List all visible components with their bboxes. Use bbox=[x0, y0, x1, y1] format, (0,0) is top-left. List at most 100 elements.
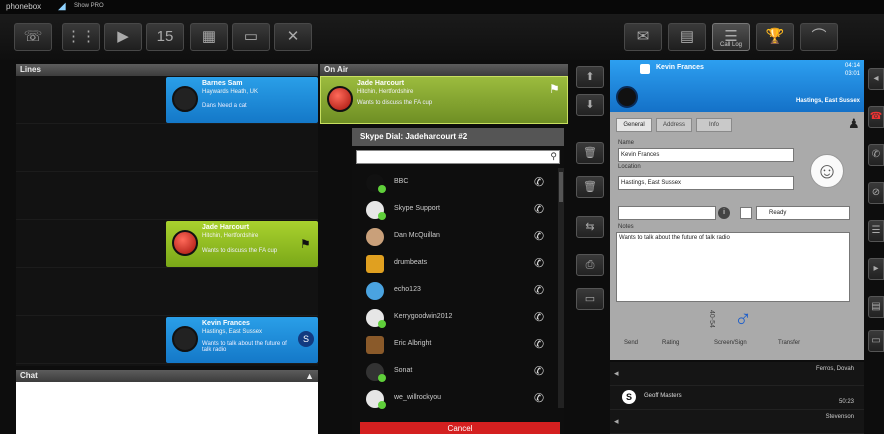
contact-item[interactable]: Dan McQuillan ✆ bbox=[352, 224, 558, 250]
document-button[interactable]: ▤ bbox=[868, 296, 884, 318]
caller-card[interactable]: Kevin Frances Hastings, East Sussex Want… bbox=[166, 317, 318, 363]
contact-item[interactable]: Sonat ✆ bbox=[352, 359, 558, 385]
phone-button[interactable]: ✆ bbox=[868, 144, 884, 166]
call-icon[interactable]: ✆ bbox=[534, 229, 544, 243]
down-button[interactable]: ⬇ bbox=[576, 94, 604, 116]
call-icon[interactable]: ✆ bbox=[534, 391, 544, 405]
contact-search-input[interactable]: ⚲ bbox=[356, 150, 560, 164]
close-button[interactable]: ✕ bbox=[274, 23, 312, 51]
phone-field[interactable] bbox=[618, 206, 716, 220]
counter-icon: 15 bbox=[156, 28, 174, 45]
queue-item[interactable]: S Geoff Masters 50:23 bbox=[610, 386, 864, 410]
caller-card[interactable]: Barnes Sam Haywards Heath, UK Dans Need … bbox=[166, 77, 318, 123]
tab-general[interactable]: General bbox=[616, 118, 652, 132]
forward-button[interactable]: ▸ bbox=[868, 258, 884, 280]
location-field[interactable]: Hastings, East Sussex bbox=[618, 176, 794, 190]
skype-dial-panel: Skype Dial: Jadeharcourt #2 ⚲ BBC ✆ Skype… bbox=[352, 128, 564, 434]
document-button[interactable]: ▤ bbox=[668, 23, 706, 51]
call-icon[interactable]: ✆ bbox=[534, 337, 544, 351]
contact-item[interactable]: Kerrygoodwin2012 ✆ bbox=[352, 305, 558, 331]
call-icon[interactable]: ✆ bbox=[534, 310, 544, 324]
trophy-button[interactable]: 🏆 bbox=[756, 23, 794, 51]
contacts-scrollbar[interactable] bbox=[558, 168, 564, 408]
send-button[interactable]: Send bbox=[624, 340, 638, 346]
line-slot[interactable]: Barnes Sam Haywards Heath, UK Dans Need … bbox=[16, 76, 318, 124]
arrow-up-icon: ⬆ bbox=[585, 71, 595, 83]
contact-item[interactable]: drumbeats ✆ bbox=[352, 251, 558, 277]
status-select[interactable]: Ready bbox=[756, 206, 850, 220]
scroll-thumb[interactable] bbox=[559, 172, 563, 202]
info-icon[interactable]: i bbox=[718, 207, 730, 219]
call-icon[interactable]: ✆ bbox=[534, 175, 544, 189]
contact-name: echo123 bbox=[394, 286, 421, 293]
print-button[interactable]: ⎙ bbox=[576, 254, 604, 276]
caller-avatar bbox=[327, 86, 353, 112]
arrow-left-icon: ◂ bbox=[873, 73, 879, 84]
caller-detail-panel: Kevin Frances 04:14 03:01 Hastings, East… bbox=[610, 60, 864, 360]
name-field[interactable]: Kevin Frances bbox=[618, 148, 794, 162]
list-button[interactable]: ☰ bbox=[868, 220, 884, 242]
line-slot[interactable] bbox=[16, 268, 318, 316]
caller-card[interactable]: Jade Harcourt Hitchin, Hertfordshire Wan… bbox=[166, 221, 318, 267]
mail-button[interactable]: ✉ bbox=[624, 23, 662, 51]
cancel-button[interactable]: Cancel bbox=[360, 422, 560, 434]
caller-avatar bbox=[172, 230, 198, 256]
counter-button[interactable]: 15 bbox=[146, 23, 184, 51]
status-checkbox[interactable] bbox=[740, 207, 752, 219]
age-range[interactable]: 40-54 bbox=[708, 310, 715, 328]
folder-button[interactable]: ▭ bbox=[576, 288, 604, 310]
grid-button[interactable]: ▦ bbox=[190, 23, 228, 51]
monitor-button[interactable]: ▭ bbox=[232, 23, 270, 51]
demographics-row: 40-54 ♂ Send Rating Screen/Sign Transfer bbox=[616, 304, 860, 354]
screen-sign-button[interactable]: Screen/Sign bbox=[714, 340, 747, 346]
call-icon[interactable]: ✆ bbox=[534, 364, 544, 378]
queue-item[interactable]: ◂ Stevenson bbox=[610, 410, 864, 434]
onair-caller-card[interactable]: Jade Harcourt Hitchin, Hertfordshire Wan… bbox=[320, 76, 568, 124]
notes-textarea[interactable]: Wants to talk about the future of talk r… bbox=[616, 232, 850, 302]
flag-icon[interactable]: ⚑ bbox=[549, 83, 561, 95]
rating-button[interactable]: Rating bbox=[662, 340, 679, 346]
line-slot[interactable]: Kevin Frances Hastings, East Sussex Want… bbox=[16, 316, 318, 364]
chart-button[interactable]: ⌒ bbox=[800, 23, 838, 51]
line-slot[interactable] bbox=[16, 172, 318, 220]
play-button[interactable]: ▶ bbox=[104, 23, 142, 51]
hangup-button[interactable]: ☎ bbox=[868, 106, 884, 128]
transfer-button[interactable]: Transfer bbox=[778, 340, 800, 346]
contact-name: we_willrockyou bbox=[394, 394, 442, 401]
chevron-up-icon[interactable]: ▲ bbox=[305, 370, 314, 382]
male-icon[interactable]: ♂ bbox=[734, 308, 752, 332]
dialpad-button[interactable]: ⋮⋮ bbox=[62, 23, 100, 51]
mail-icon: ✉ bbox=[636, 28, 650, 45]
search-icon[interactable]: ⚲ bbox=[550, 151, 557, 162]
detail-caller-name: Kevin Frances bbox=[656, 64, 704, 71]
person-icon[interactable]: ♟ bbox=[848, 116, 860, 132]
phone-button[interactable]: ☏ bbox=[14, 23, 52, 51]
queue-item[interactable]: ◂ Ferros, Dovah bbox=[610, 362, 864, 386]
chat-body[interactable] bbox=[16, 382, 318, 434]
tab-address[interactable]: Address bbox=[656, 118, 692, 132]
block-button[interactable]: ⊘ bbox=[868, 182, 884, 204]
arrow-left-button[interactable]: ◂ bbox=[868, 68, 884, 90]
name-label: Name bbox=[618, 140, 635, 146]
call-icon[interactable]: ✆ bbox=[534, 202, 544, 216]
mood-smiley-icon[interactable]: ☺ bbox=[810, 154, 844, 188]
line-slot[interactable] bbox=[16, 124, 318, 172]
contact-avatar bbox=[366, 174, 386, 193]
call-log-button[interactable]: ☰ Call Log bbox=[712, 23, 750, 51]
trash-button[interactable]: 🗑 bbox=[576, 176, 604, 198]
contact-item[interactable]: we_willrockyou ✆ bbox=[352, 386, 558, 412]
call-icon[interactable]: ✆ bbox=[534, 283, 544, 297]
line-slot[interactable]: Jade Harcourt Hitchin, Hertfordshire Wan… bbox=[16, 220, 318, 268]
up-button[interactable]: ⬆ bbox=[576, 66, 604, 88]
trash-button[interactable]: 🗑 bbox=[576, 142, 604, 164]
tab-info[interactable]: Info bbox=[696, 118, 732, 132]
chat-button[interactable]: ▭ bbox=[868, 330, 884, 352]
call-icon[interactable]: ✆ bbox=[534, 256, 544, 270]
caller-avatar bbox=[172, 326, 198, 352]
contact-item[interactable]: BBC ✆ bbox=[352, 170, 558, 196]
transfer-button[interactable]: ⇆ bbox=[576, 216, 604, 238]
flag-icon[interactable]: ⚑ bbox=[300, 238, 312, 250]
contact-item[interactable]: echo123 ✆ bbox=[352, 278, 558, 304]
contact-item[interactable]: Skype Support ✆ bbox=[352, 197, 558, 223]
contact-item[interactable]: Eric Albright ✆ bbox=[352, 332, 558, 358]
